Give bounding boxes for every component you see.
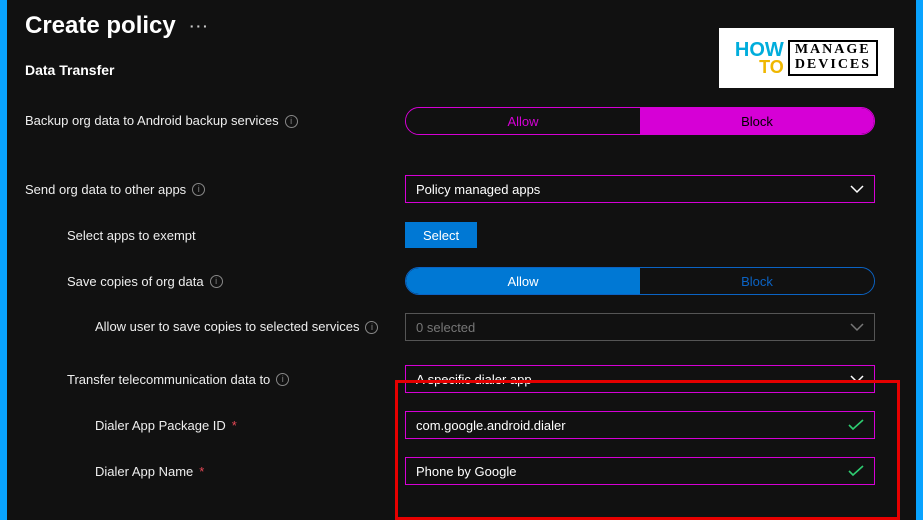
logo-line2: DEVICES [795,58,871,73]
input-appname-value: Phone by Google [416,464,516,479]
logo-to: TO [735,59,784,75]
info-icon[interactable]: i [365,321,378,334]
logo-line1: MANAGE [795,43,871,58]
logo-howtomanagedevices: HOW TO MANAGE DEVICES [719,28,894,88]
info-icon[interactable]: i [276,373,289,386]
dropdown-sendorg-value: Policy managed apps [416,182,540,197]
dropdown-telecom-value: A specific dialer app [416,372,532,387]
chevron-down-icon [850,322,864,332]
input-pkgid[interactable]: com.google.android.dialer [405,411,875,439]
label-savecopy: Save copies of org data [67,274,204,289]
page-title: Create policy [25,12,176,40]
toggle-savecopy[interactable]: Allow Block [405,267,875,295]
info-icon[interactable]: i [210,275,223,288]
info-icon[interactable]: i [192,183,205,196]
input-appname[interactable]: Phone by Google [405,457,875,485]
required-icon: * [232,418,237,433]
highlight-box [395,380,900,520]
label-appname: Dialer App Name [95,464,193,479]
label-allowsave: Allow user to save copies to selected se… [95,318,359,336]
chevron-down-icon [850,374,864,384]
toggle-backup-allow[interactable]: Allow [406,108,640,134]
dropdown-telecom[interactable]: A specific dialer app [405,365,875,393]
toggle-savecopy-block[interactable]: Block [640,268,874,294]
toggle-backup-block[interactable]: Block [640,108,874,134]
label-telecom: Transfer telecommunication data to [67,372,270,387]
input-pkgid-value: com.google.android.dialer [416,418,566,433]
label-exempt: Select apps to exempt [67,228,196,243]
check-icon [848,465,864,477]
dropdown-sendorg[interactable]: Policy managed apps [405,175,875,203]
info-icon[interactable]: i [285,115,298,128]
dropdown-allowsave: 0 selected [405,313,875,341]
toggle-backup[interactable]: Allow Block [405,107,875,135]
toggle-savecopy-allow[interactable]: Allow [406,268,640,294]
more-icon[interactable]: ··· [190,18,210,34]
label-sendorg: Send org data to other apps [25,182,186,197]
label-backup: Backup org data to Android backup servic… [25,112,279,130]
dropdown-allowsave-value: 0 selected [416,320,475,335]
label-pkgid: Dialer App Package ID [95,418,226,433]
select-button[interactable]: Select [405,222,477,248]
required-icon: * [199,464,204,479]
chevron-down-icon [850,184,864,194]
check-icon [848,419,864,431]
